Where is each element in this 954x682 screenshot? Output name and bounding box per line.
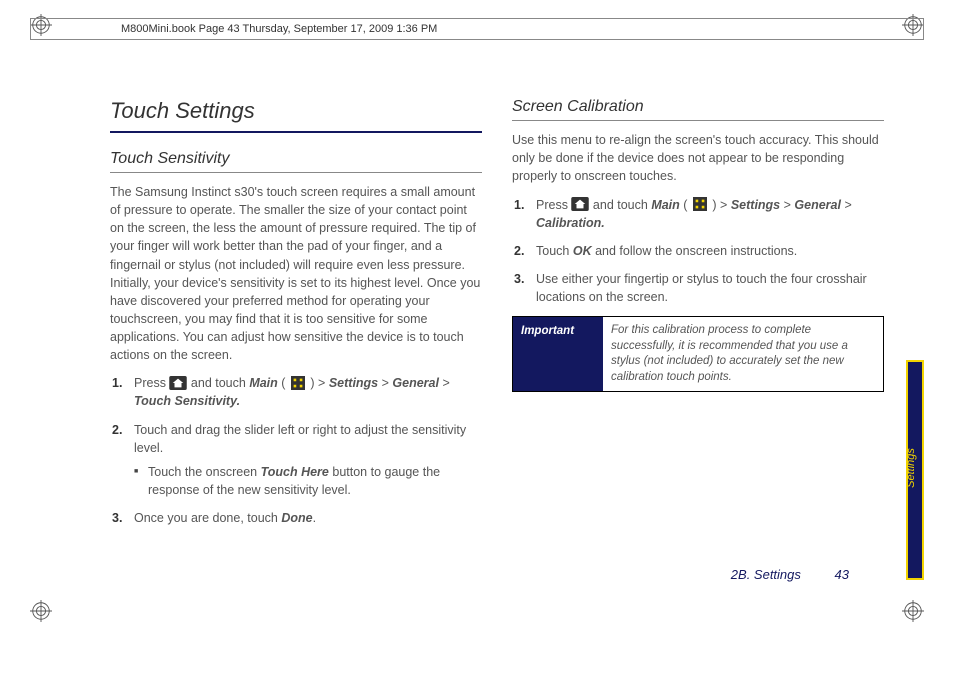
chapter-tab-label: Settings bbox=[905, 448, 917, 488]
steps-list: 1. Press and touch Main ( ) > Settings >… bbox=[512, 196, 884, 307]
home-icon bbox=[571, 197, 589, 211]
intro-paragraph: The Samsung Instinct s30's touch screen … bbox=[110, 183, 482, 364]
main-grid-icon bbox=[691, 197, 709, 211]
steps-list: 1. Press and touch Main ( ) > Settings >… bbox=[110, 374, 482, 527]
registration-mark-icon bbox=[902, 600, 924, 622]
step-1: 1. Press and touch Main ( ) > Settings >… bbox=[512, 196, 884, 232]
step-2: 2. Touch and drag the slider left or rig… bbox=[110, 421, 482, 500]
print-header: M800Mini.book Page 43 Thursday, Septembe… bbox=[30, 18, 924, 40]
print-header-text: M800Mini.book Page 43 Thursday, Septembe… bbox=[121, 23, 437, 35]
home-icon bbox=[169, 376, 187, 390]
chapter-tab: Settings bbox=[906, 360, 924, 580]
important-note: Important For this calibration process t… bbox=[512, 316, 884, 392]
page-footer: 2B. Settings 43 bbox=[731, 567, 849, 582]
intro-paragraph: Use this menu to re-align the screen's t… bbox=[512, 131, 884, 185]
step-1: 1. Press and touch Main ( ) > Settings >… bbox=[110, 374, 482, 410]
section-title: Touch Settings bbox=[110, 95, 482, 127]
step-2-sub: Touch the onscreen Touch Here button to … bbox=[134, 463, 482, 499]
important-label: Important bbox=[513, 317, 603, 391]
subsection-title: Touch Sensitivity bbox=[110, 147, 482, 173]
subsection-title: Screen Calibration bbox=[512, 95, 884, 121]
step-3: 3. Once you are done, touch Done. bbox=[110, 509, 482, 527]
footer-page-number: 43 bbox=[835, 567, 849, 582]
step-2: 2. Touch OK and follow the onscreen inst… bbox=[512, 242, 884, 260]
registration-mark-icon bbox=[30, 600, 52, 622]
left-column: Touch Settings Touch Sensitivity The Sam… bbox=[110, 95, 482, 582]
footer-section: 2B. Settings bbox=[731, 567, 801, 582]
important-body: For this calibration process to complete… bbox=[603, 317, 883, 391]
step-3: 3. Use either your fingertip or stylus t… bbox=[512, 270, 884, 306]
main-grid-icon bbox=[289, 376, 307, 390]
page-content: Touch Settings Touch Sensitivity The Sam… bbox=[110, 95, 884, 582]
title-rule bbox=[110, 131, 482, 133]
right-column: Screen Calibration Use this menu to re-a… bbox=[512, 95, 884, 582]
